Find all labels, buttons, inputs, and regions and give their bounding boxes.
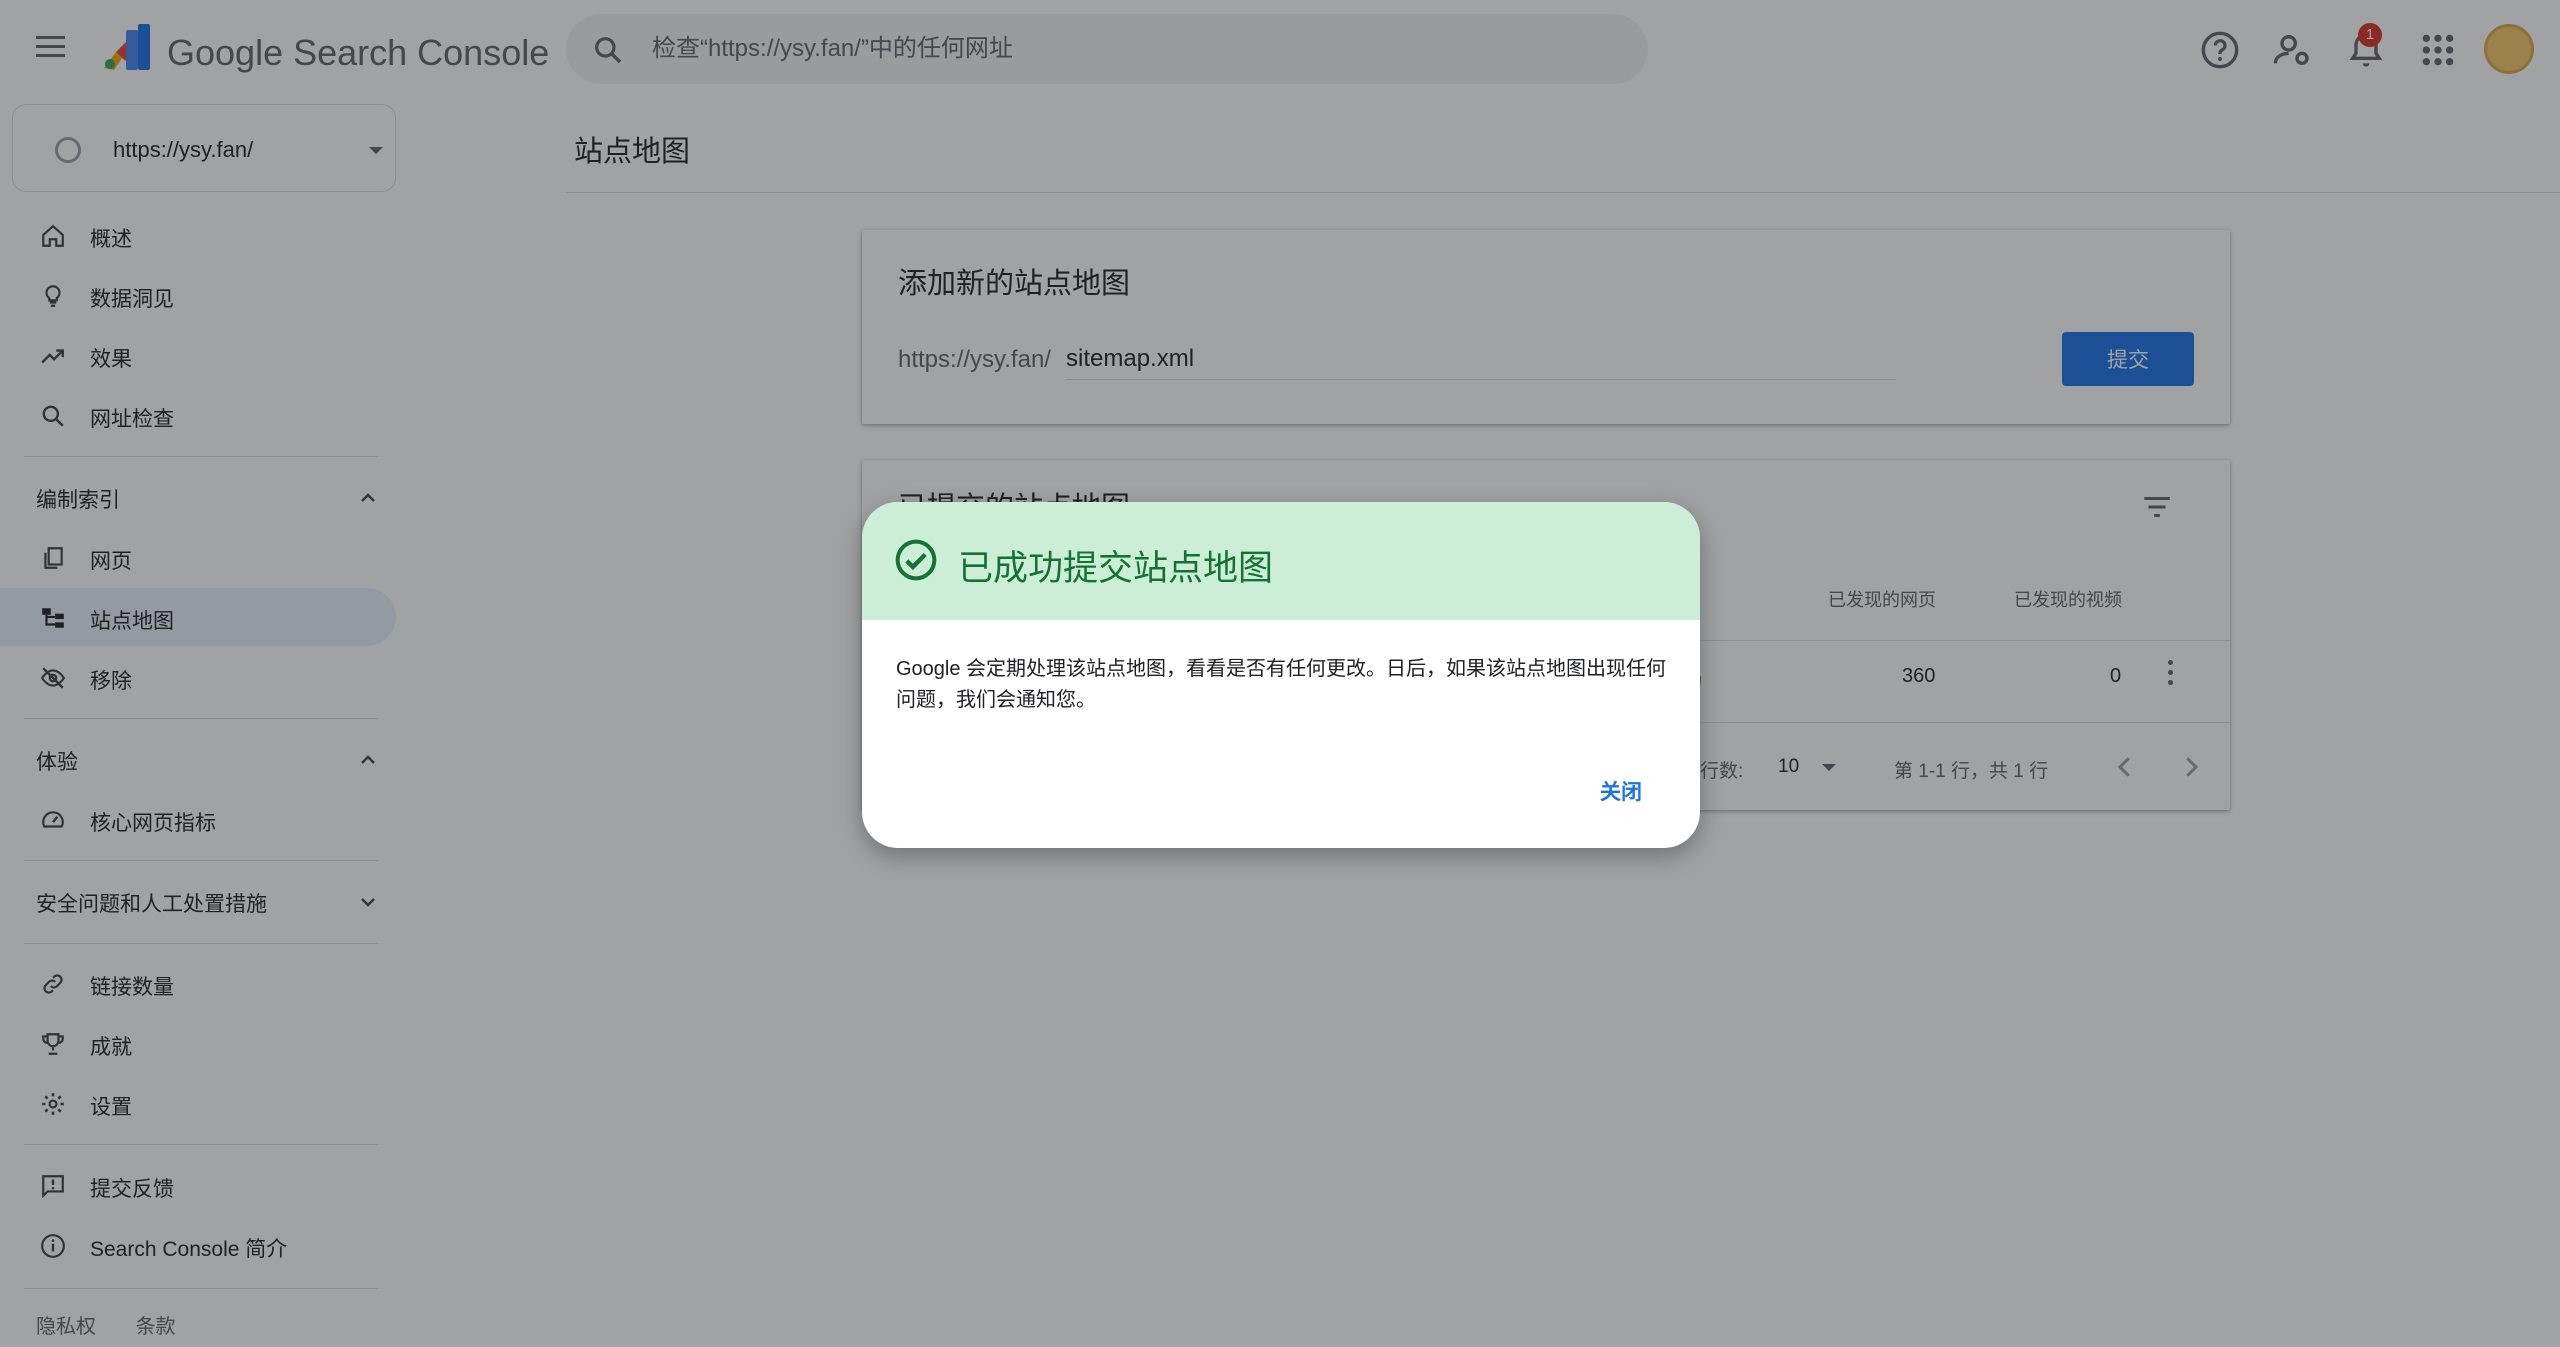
success-dialog: 已成功提交站点地图 Google 会定期处理该站点地图，看看是否有任何更改。日后… [862,502,1700,848]
dialog-body: Google 会定期处理该站点地图，看看是否有任何更改。日后，如果该站点地图出现… [896,658,1667,711]
dialog-title: 已成功提交站点地图 [958,549,1274,588]
dialog-header: 已成功提交站点地图 [862,502,1700,620]
check-circle-icon [895,539,937,581]
close-button[interactable]: 关闭 [1566,766,1676,816]
